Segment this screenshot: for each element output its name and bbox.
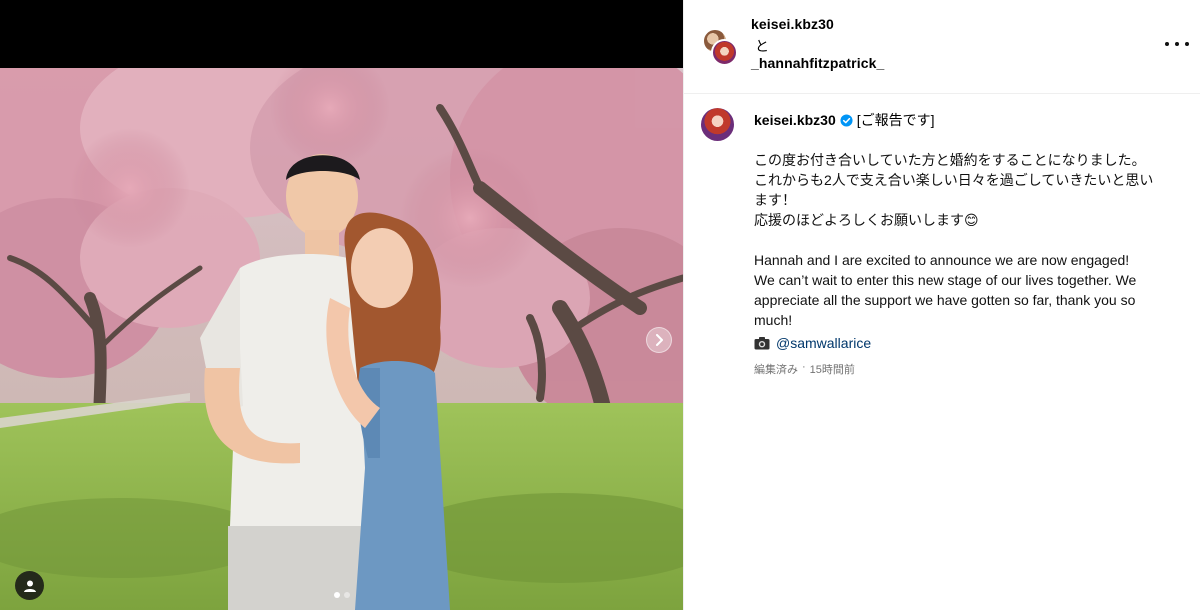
caption-username[interactable]: keisei.kbz30 (754, 112, 836, 128)
camera-icon (754, 337, 770, 350)
collab-connector: と (755, 38, 769, 54)
caption-first-line: keisei.kbz30 [ご報告です] (754, 110, 935, 130)
caption-line: We can’t wait to enter this new stage of… (754, 272, 1137, 288)
more-horizontal-icon (1185, 42, 1189, 46)
engagement-photo (0, 68, 683, 610)
caption-line: これからも2人で支え合い楽しい日々を過ごしていきたいと思い (754, 172, 1154, 188)
post-photo[interactable] (0, 68, 683, 610)
photo-credit: @samwallarice (754, 335, 871, 351)
more-horizontal-icon (1165, 42, 1169, 46)
more-options-button[interactable] (1165, 36, 1189, 52)
photographer-mention-link[interactable]: @samwallarice (776, 335, 871, 351)
post-media-viewer (0, 0, 683, 610)
verified-badge-icon (840, 113, 853, 127)
post-timestamp[interactable]: 15時間前 (810, 361, 855, 377)
carousel-indicator (0, 592, 683, 598)
carousel-dot (343, 592, 350, 598)
post-details-panel: keisei.kbz30 と _hannahfitzpatrick_ keise… (683, 0, 1200, 610)
meta-separator: · (802, 361, 806, 373)
carousel-dot (333, 592, 340, 598)
collaborator-username[interactable]: _hannahfitzpatrick_ (751, 55, 884, 71)
author-username[interactable]: keisei.kbz30 (751, 16, 834, 32)
edited-label: 編集済み (754, 364, 798, 376)
avatar[interactable] (711, 39, 738, 66)
caption-heading: [ご報告です] (856, 112, 935, 128)
collab-avatars[interactable] (702, 28, 738, 66)
post-header: keisei.kbz30 と _hannahfitzpatrick_ (684, 0, 1200, 94)
user-tag-icon (23, 580, 36, 592)
next-media-button[interactable] (646, 327, 672, 353)
caption-line: ます！ (754, 192, 796, 208)
caption-line: appreciate all the support we have gotte… (754, 292, 1136, 308)
caption-line: much! (754, 312, 793, 328)
caption-line: 応援のほどよろしくお願いします😊 (754, 212, 979, 228)
more-horizontal-icon (1175, 42, 1179, 46)
caption-text: この度お付き合いしていた方と婚約をすることになりました。 これからも2人で支え合… (754, 150, 1189, 330)
chevron-right-icon (656, 334, 663, 346)
post-meta: 編集済み · 15時間前 (754, 361, 855, 377)
caption-line: Hannah and I are excited to announce we … (754, 252, 1130, 268)
avatar[interactable] (701, 108, 734, 141)
caption-line: この度お付き合いしていた方と婚約をすることになりました。 (754, 152, 1146, 168)
